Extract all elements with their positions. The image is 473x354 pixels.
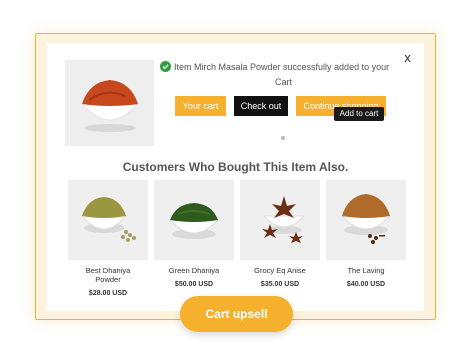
product-price: $50.00 USD [174, 281, 214, 288]
check-out-button[interactable]: Check out [234, 96, 288, 116]
success-message: Item Mirch Masala Powder successfully ad… [160, 60, 410, 90]
product-price: $40.00 USD [346, 281, 386, 288]
product-name[interactable]: Grocy Eq Anise [240, 266, 320, 275]
product-name[interactable]: Best Dhaniya Powder [68, 266, 148, 284]
product-name[interactable]: Green Dhaniya [154, 266, 234, 275]
cursor-dot [281, 136, 285, 140]
product-price: $28.00 USD [88, 290, 128, 297]
product-price: $35.00 USD [260, 281, 300, 288]
product-image-dhaniya-powder[interactable] [68, 180, 148, 260]
added-product-image [65, 60, 154, 146]
section-title: Customers Who Bought This Item Also. [122, 160, 349, 174]
product-image-green-dhaniya[interactable] [154, 180, 234, 260]
success-message-line2: Cart [275, 77, 293, 87]
product-name-text[interactable]: Best Dhaniya Powder [86, 266, 131, 284]
success-message-line1: Item Mirch Masala Powder successfully ad… [174, 62, 390, 72]
product-name[interactable]: The Laving [326, 266, 406, 275]
cart-upsell-badge: Cart upsell [180, 296, 293, 332]
product-image-anise[interactable] [240, 180, 320, 260]
your-cart-button[interactable]: Your cart [175, 96, 226, 116]
product-image-the-laving[interactable] [326, 180, 406, 260]
check-circle-icon [160, 61, 171, 72]
add-to-cart-tooltip: Add to cart [334, 107, 384, 121]
